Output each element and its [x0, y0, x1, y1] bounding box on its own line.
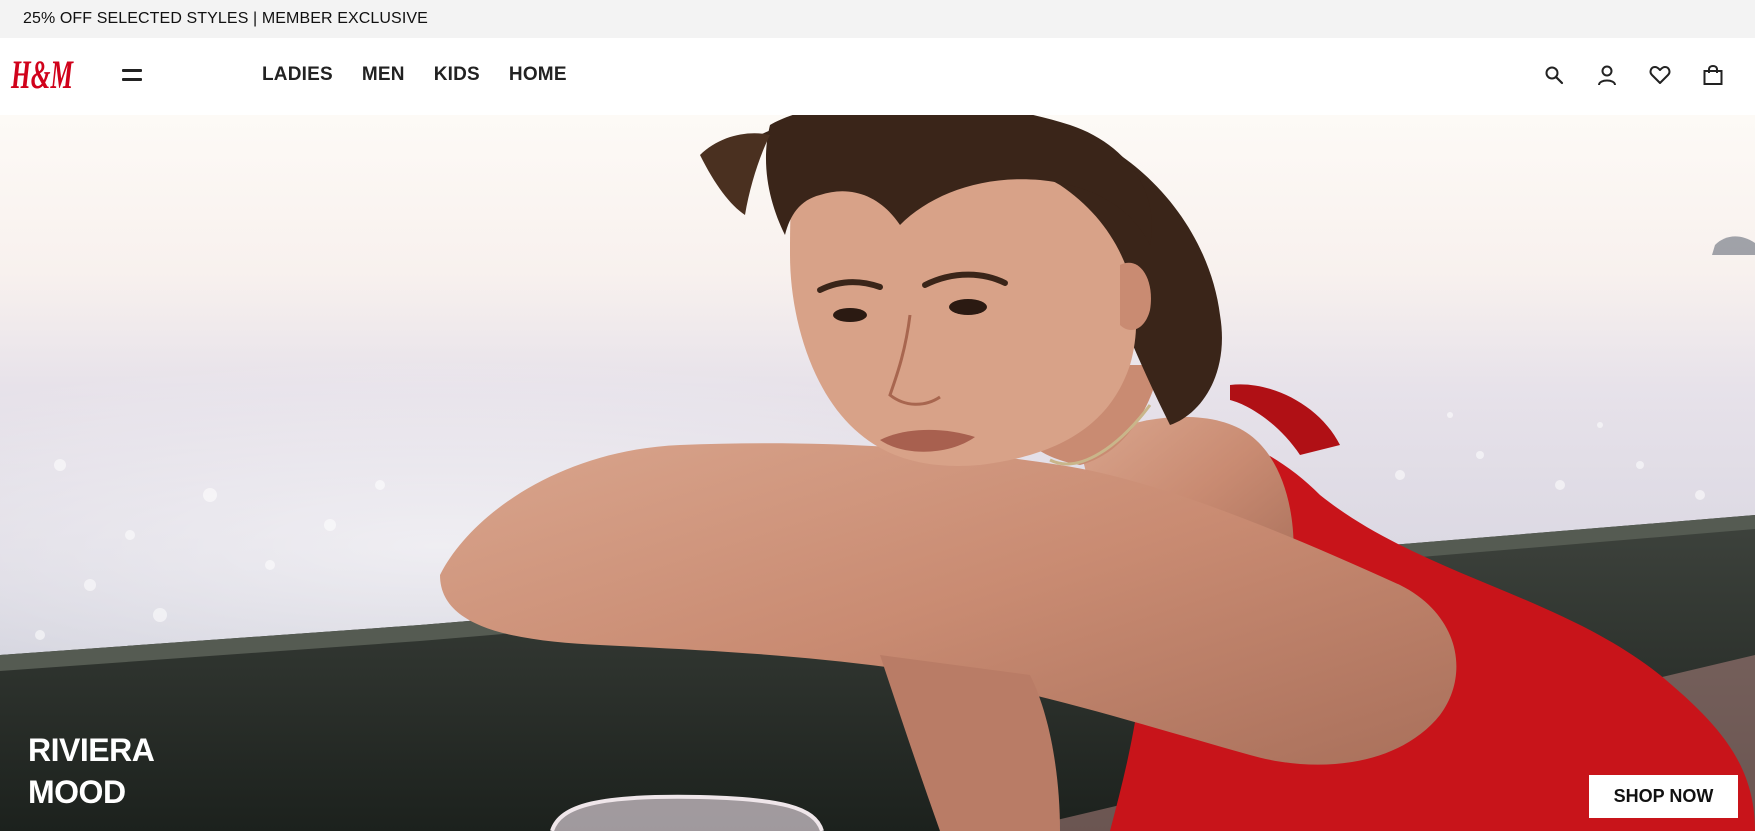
hero-title[interactable]: RIVIERA MOOD: [28, 729, 155, 813]
nav-home[interactable]: HOME: [509, 64, 567, 86]
search-icon[interactable]: [1540, 61, 1568, 89]
hamburger-menu-icon[interactable]: [120, 66, 144, 86]
promo-banner[interactable]: 25% OFF SELECTED STYLES | MEMBER EXCLUSI…: [0, 0, 1755, 38]
hero-title-line2: MOOD: [28, 774, 126, 810]
account-icon[interactable]: [1593, 61, 1621, 89]
nav-kids[interactable]: KIDS: [434, 64, 480, 86]
nav-ladies[interactable]: LADIES: [262, 64, 333, 86]
promo-text: 25% OFF SELECTED STYLES | MEMBER EXCLUSI…: [23, 10, 428, 27]
hm-logo[interactable]: H&M: [10, 52, 76, 100]
logo-text: H&M: [10, 52, 74, 97]
shopping-bag-icon[interactable]: [1699, 61, 1727, 89]
hero-image: [0, 115, 1755, 831]
main-nav: LADIES MEN KIDS HOME: [262, 64, 596, 86]
hero-title-line1: RIVIERA: [28, 732, 155, 768]
header-actions: [1540, 61, 1752, 89]
hero-banner[interactable]: [0, 115, 1755, 831]
shop-now-button[interactable]: SHOP NOW: [1589, 775, 1738, 818]
nav-men[interactable]: MEN: [362, 64, 405, 86]
favorites-heart-icon[interactable]: [1646, 61, 1674, 89]
